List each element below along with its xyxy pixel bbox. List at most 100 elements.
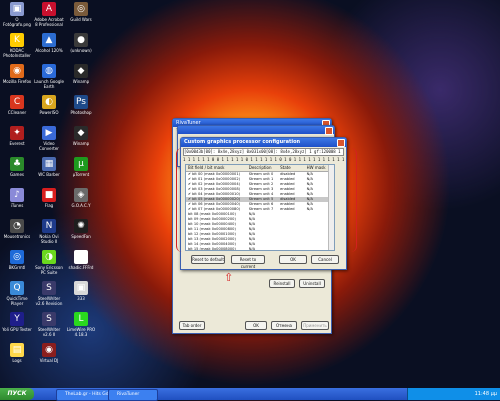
clock: 11:48 μμ — [474, 391, 497, 397]
table-header: Bit field / bit mask Description State H… — [186, 165, 334, 172]
desktop-icon[interactable]: ♣ Games — [2, 157, 32, 177]
desktop-icon[interactable]: µ µTorrent — [66, 157, 96, 177]
desktop-icon-label: µTorrent — [72, 172, 90, 177]
desktop-icon[interactable]: ♪ iTunes — [2, 188, 32, 208]
app-icon: N — [42, 219, 56, 233]
reset-default-button[interactable]: Reset to default — [191, 255, 225, 264]
desktop-icon[interactable]: ◈ G.O.A.C.Y — [66, 188, 96, 208]
dialog-titlebar[interactable]: Custom graphics processor configuration — [181, 138, 346, 147]
desktop-icon[interactable]: ■ Flag — [34, 188, 64, 208]
desktop-icon[interactable]: ◑ Sony Ericsson PC Suite — [34, 250, 64, 275]
desktop-icon-label: O Fotógrafo.png — [3, 17, 31, 27]
app-icon: ◉ — [10, 64, 24, 78]
desktop-icon[interactable]: Y Yoli GPU Tester — [2, 312, 32, 332]
app-icon: ● — [74, 33, 88, 47]
red-annotation-left — [176, 148, 183, 252]
col-description[interactable]: Description — [247, 165, 278, 171]
app-icon: ▶ — [42, 126, 56, 140]
desktop-icon[interactable]: ◉ Virtual DJ — [34, 343, 64, 363]
apply-button[interactable]: Применить — [301, 321, 329, 330]
desktop-icon[interactable]: ◍ Launch Google Earth — [34, 64, 64, 89]
desktop-icon[interactable]: ◆ Winamp — [66, 64, 96, 84]
desktop-icon[interactable]: ◆ Winamp — [66, 126, 96, 146]
cancel-button[interactable]: Cancel — [311, 255, 339, 264]
desktop-icon[interactable]: S SteelWriter v2.6 II — [34, 312, 64, 337]
secondary-titlebar[interactable] — [178, 126, 334, 135]
desktop-icon-label: BKGrmtl — [8, 265, 26, 270]
reinstall-button[interactable]: Reinstall — [269, 279, 295, 288]
app-icon: L — [74, 312, 88, 326]
taskbar-item-rivatuner[interactable]: RivaTuner — [108, 389, 158, 401]
reset-current-button[interactable]: Reset to current — [231, 255, 265, 269]
app-icon: ◈ — [74, 188, 88, 202]
desktop-icon[interactable]: N Nokia Ovi Studio II — [34, 219, 64, 244]
desktop-icon-label: WC Barber — [38, 172, 60, 177]
table-scrollbar[interactable] — [328, 165, 334, 250]
table-row[interactable]: bit 15 (mask 0x00008000) N/A — [186, 247, 334, 251]
app-icon: S — [42, 312, 56, 326]
cancel-button-bg[interactable]: Отмена — [271, 321, 297, 330]
app-icon: ▣ — [74, 281, 88, 295]
start-button[interactable]: ПУСК — [0, 388, 34, 400]
desktop-icon[interactable]: ◉ Mozilla Firefox — [2, 64, 32, 84]
desktop-icon-label: Launch Google Earth — [34, 79, 64, 89]
ok-button[interactable]: OK — [279, 255, 307, 264]
desktop-icon[interactable]: L LimeWire PRO 4.18.3 — [66, 312, 96, 337]
desktop-icon[interactable]: □ shadic.FFFrd — [66, 250, 96, 270]
custom-gpu-config-dialog: Custom graphics processor configuration … — [180, 137, 347, 270]
desktop-icon[interactable]: ◐ PowerISO — [34, 95, 64, 115]
desktop-icon-label: (unknown) — [70, 48, 92, 53]
desktop-icon-label: Mozilla Firefox — [2, 79, 32, 84]
desktop-icon[interactable]: C CCleaner — [2, 95, 32, 115]
desktop-icon-label: Virtual DJ — [39, 358, 59, 363]
app-icon: ◑ — [42, 250, 56, 264]
desktop-icon-label: Video Converter — [39, 141, 59, 151]
app-icon: ▤ — [10, 343, 24, 357]
close-icon[interactable] — [325, 127, 333, 135]
app-icon: C — [10, 95, 24, 109]
desktop-icon-label: shadic.FFFrd — [68, 265, 94, 270]
desktop-icon-label: KODAC PhotoInstaller — [3, 48, 31, 58]
table-cell: bit 15 (mask 0x00008000) — [188, 247, 236, 251]
desktop-icon[interactable]: Q QuickTime Player — [2, 281, 32, 306]
desktop-icon[interactable]: ● (unknown) — [66, 33, 96, 53]
col-state[interactable]: State — [278, 165, 304, 171]
taskbar-item-thelab[interactable]: TheLab.gr - Hits Gdy... — [56, 389, 114, 401]
desktop-icon[interactable]: ◔ Mousetronics — [2, 219, 32, 239]
app-icon: ◍ — [42, 64, 56, 78]
desktop-icon[interactable]: ▣ 333 — [66, 281, 96, 301]
app-icon: ■ — [42, 188, 56, 202]
bit-row[interactable]: 1 1 1 1 1 1 0 0 1 1 1 1 1 0 1 1 1 1 1 1 … — [183, 157, 344, 163]
desktop-icon[interactable]: ▣ O Fotógrafo.png — [2, 2, 32, 27]
table-cell: N/A — [248, 247, 256, 251]
tab-order-button[interactable]: Tab order — [179, 321, 205, 330]
desktop-icon[interactable]: ✦ Everest — [2, 126, 32, 146]
system-tray: 11:48 μμ — [407, 388, 500, 400]
app-icon: K — [10, 33, 24, 47]
app-icon: ◔ — [10, 219, 24, 233]
desktop-icon[interactable]: SSteelWriter v2.6 Revision 3 — [34, 281, 64, 306]
desktop-icon[interactable]: ▤ Logs — [2, 343, 32, 363]
app-icon: ▲ — [42, 33, 56, 47]
col-bitfield[interactable]: Bit field / bit mask — [186, 165, 247, 171]
desktop-icon-label: PowerISO — [39, 110, 59, 115]
hex-mask-field[interactable]: [0x00d3b[00]: 8x4e,28xyz] 0x031x00[00]: … — [183, 148, 344, 156]
desktop-icon[interactable]: A Adobe Acrobat 8 Professional — [34, 2, 64, 27]
red-arrow-annotation: ⇧ — [224, 271, 234, 284]
ok-button-bg[interactable]: OK — [245, 321, 267, 330]
desktop-icon[interactable]: ◎ Guild Wars — [66, 2, 96, 22]
desktop-icon-label: Winamp — [72, 141, 90, 146]
desktop-icon-label: QuickTime Player — [6, 296, 28, 306]
uninstall-button[interactable]: Uninstall — [299, 279, 325, 288]
desktop-icon[interactable]: ▶ Video Converter — [34, 126, 64, 151]
desktop-icon[interactable]: ◎ BKGrmtl — [2, 250, 32, 270]
close-icon[interactable] — [337, 139, 345, 147]
app-icon: ▣ — [10, 2, 24, 16]
desktop-icon[interactable]: K KODAC PhotoInstaller — [2, 33, 32, 58]
app-icon: ✦ — [10, 126, 24, 140]
desktop-icon[interactable]: ✺ SpeedFan — [66, 219, 96, 239]
desktop-icon[interactable]: ▦ WC Barber — [34, 157, 64, 177]
desktop-icon[interactable]: ▲ Alcohol 120% — [34, 33, 64, 53]
red-annotation-right — [350, 148, 357, 252]
desktop-icon[interactable]: Ps Photoshop — [66, 95, 96, 115]
